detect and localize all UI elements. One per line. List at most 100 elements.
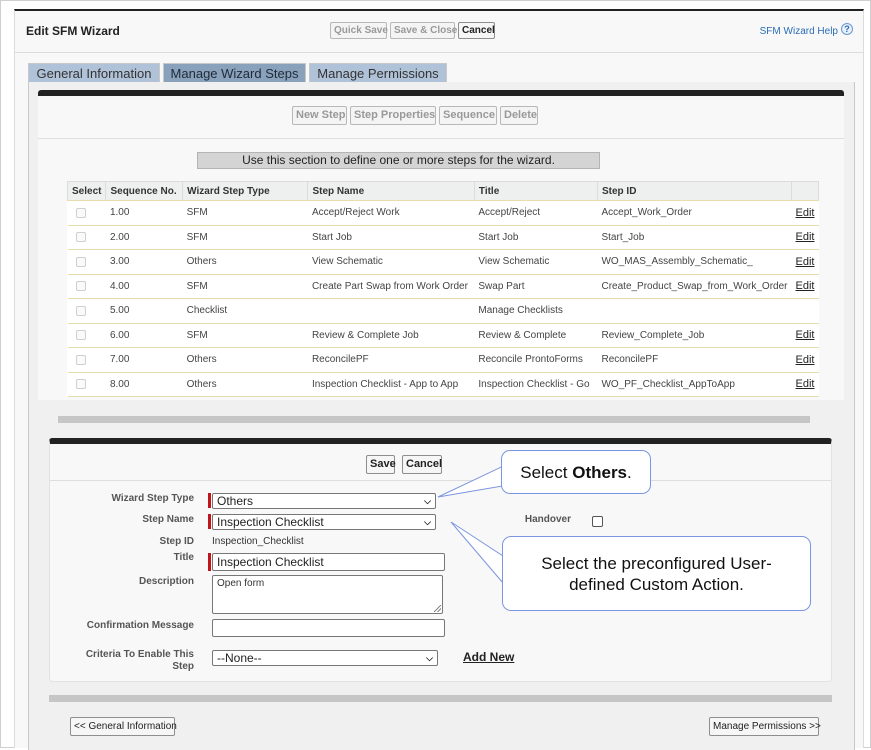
step-type-cell: SFM xyxy=(182,225,308,250)
detail-horizontal-scrollbar[interactable] xyxy=(49,695,832,702)
edit-cell xyxy=(791,298,819,324)
step-cancel-button[interactable]: Cancel xyxy=(402,455,442,474)
row-select-checkbox[interactable] xyxy=(75,379,86,390)
edit-cell: Edit xyxy=(791,372,819,397)
wizard-step-type-select[interactable]: Others ⌵ xyxy=(212,493,436,509)
wizard-help-link[interactable]: SFM Wizard Help xyxy=(760,26,838,37)
table-horizontal-scrollbar[interactable] xyxy=(58,416,810,423)
cancel-button[interactable]: Cancel xyxy=(458,22,495,39)
step-name-label: Step Name xyxy=(142,514,194,525)
table-row: 1.00 SFM Accept/Reject Work Accept/Reject Ac… xyxy=(67,200,819,226)
step-type-cell: Others xyxy=(182,249,308,275)
resize-handle-icon[interactable] xyxy=(434,605,441,612)
wizard-steps-table: Select Sequence No. Wizard Step Type Ste… xyxy=(66,181,819,397)
criteria-label-line1: Criteria To Enable This xyxy=(85,649,194,660)
tab-general-information[interactable]: General Information xyxy=(28,63,160,83)
select-cell xyxy=(67,372,106,397)
col-actions xyxy=(791,181,819,201)
callout-line-1: Select the preconfigured User- xyxy=(541,554,772,573)
description-value: Open form xyxy=(217,578,265,589)
criteria-select[interactable]: --None-- ⌵ xyxy=(212,650,438,666)
edit-link[interactable]: Edit xyxy=(796,231,815,243)
callout-line-2: defined Custom Action. xyxy=(569,575,744,594)
step-properties-button[interactable]: Step Properties xyxy=(350,106,436,125)
tab-manage-wizard-steps[interactable]: Manage Wizard Steps xyxy=(163,63,306,83)
step-id-label: Step ID xyxy=(159,536,194,547)
title-input[interactable]: Inspection Checklist xyxy=(212,553,445,571)
title-cell: Manage Checklists xyxy=(474,298,598,324)
select-cell xyxy=(67,249,106,275)
step-id-cell: WO_MAS_Assembly_Schematic_ xyxy=(597,249,792,275)
title-cell: Accept/Reject xyxy=(474,200,598,226)
edit-link[interactable]: Edit xyxy=(796,256,815,268)
select-cell xyxy=(67,225,106,250)
col-select: Select xyxy=(66,181,107,201)
step-name-select[interactable]: Inspection Checklist ⌵ xyxy=(212,514,436,530)
next-manage-permissions-button[interactable]: Manage Permissions >> xyxy=(709,717,821,736)
step-id-cell: Review_Complete_Job xyxy=(597,323,792,348)
step-name-cell xyxy=(307,298,475,324)
add-new-link[interactable]: Add New xyxy=(463,650,514,664)
handover-label: Handover xyxy=(524,514,571,525)
edit-wizard-page: Edit SFM Wizard Quick Save Save & Close … xyxy=(14,9,864,750)
delete-button[interactable]: Delete xyxy=(500,106,538,125)
step-name-value: Inspection Checklist xyxy=(217,515,324,529)
table-row: 2.00 SFM Start Job Start Job Start_Job Edit xyxy=(67,225,819,250)
edit-cell: Edit xyxy=(791,347,819,373)
edit-link[interactable]: Edit xyxy=(796,378,815,390)
step-name-cell: Create Part Swap from Work Order xyxy=(307,274,475,299)
sequence-button[interactable]: Sequence xyxy=(439,106,497,125)
criteria-value: --None-- xyxy=(217,651,262,665)
edit-cell: Edit xyxy=(791,323,819,348)
row-select-checkbox[interactable] xyxy=(75,354,86,365)
edit-link[interactable]: Edit xyxy=(796,207,815,219)
save-close-button[interactable]: Save & Close xyxy=(390,22,457,39)
sequence-cell: 8.00 xyxy=(105,372,183,397)
row-select-checkbox[interactable] xyxy=(75,281,86,292)
tab-content: New Step Step Properties Sequence Delete… xyxy=(28,82,855,750)
sequence-cell: 1.00 xyxy=(105,200,183,226)
row-select-checkbox[interactable] xyxy=(75,330,86,341)
step-id-cell xyxy=(597,298,792,324)
edit-link[interactable]: Edit xyxy=(796,280,815,292)
section-instructions: Use this section to define one or more s… xyxy=(197,152,600,169)
step-name-cell: Start Job xyxy=(307,225,475,250)
step-name-cell: Inspection Checklist - App to App xyxy=(307,372,475,397)
row-select-checkbox[interactable] xyxy=(75,256,86,267)
step-id-cell: Create_Product_Swap_from_Work_Order xyxy=(597,274,792,299)
sequence-cell: 7.00 xyxy=(105,347,183,373)
tab-manage-permissions[interactable]: Manage Permissions xyxy=(309,63,447,83)
edit-cell: Edit xyxy=(791,249,819,275)
help-icon[interactable]: ? xyxy=(841,23,853,35)
new-step-button[interactable]: New Step xyxy=(292,106,347,125)
handover-checkbox[interactable] xyxy=(592,516,603,527)
confirmation-message-input[interactable] xyxy=(212,619,445,637)
row-select-checkbox[interactable] xyxy=(75,305,86,316)
criteria-label-line2: Step xyxy=(172,661,194,672)
step-type-cell: Others xyxy=(182,372,308,397)
quick-save-button[interactable]: Quick Save xyxy=(330,22,388,39)
prev-general-information-button[interactable]: << General Information xyxy=(70,717,177,736)
table-row: 5.00 Checklist Manage Checklists xyxy=(67,298,819,324)
step-type-cell: SFM xyxy=(182,323,308,348)
step-type-cell: SFM xyxy=(182,200,308,226)
table-row: 6.00 SFM Review & Complete Job Review & Com… xyxy=(67,323,819,348)
chevron-down-icon: ⌵ xyxy=(426,653,433,663)
step-save-button[interactable]: Save xyxy=(366,455,396,474)
title-cell: Swap Part xyxy=(474,274,598,299)
edit-link[interactable]: Edit xyxy=(796,329,815,341)
row-select-checkbox[interactable] xyxy=(75,232,86,243)
select-cell xyxy=(67,298,106,324)
criteria-label: Criteria To Enable This Step xyxy=(64,649,194,673)
table-row: 8.00 Others Inspection Checklist - App to … xyxy=(67,372,819,397)
description-textarea[interactable]: Open form xyxy=(212,575,443,614)
sequence-cell: 2.00 xyxy=(105,225,183,250)
edit-link[interactable]: Edit xyxy=(796,354,815,366)
title-cell: Start Job xyxy=(474,225,598,250)
select-cell xyxy=(67,200,106,226)
col-step-name: Step Name xyxy=(307,181,475,201)
table-row: 7.00 Others ReconcilePF Reconcile ProntoFor… xyxy=(67,347,819,373)
step-name-cell: Review & Complete Job xyxy=(307,323,475,348)
row-select-checkbox[interactable] xyxy=(75,207,86,218)
step-type-cell: SFM xyxy=(182,274,308,299)
